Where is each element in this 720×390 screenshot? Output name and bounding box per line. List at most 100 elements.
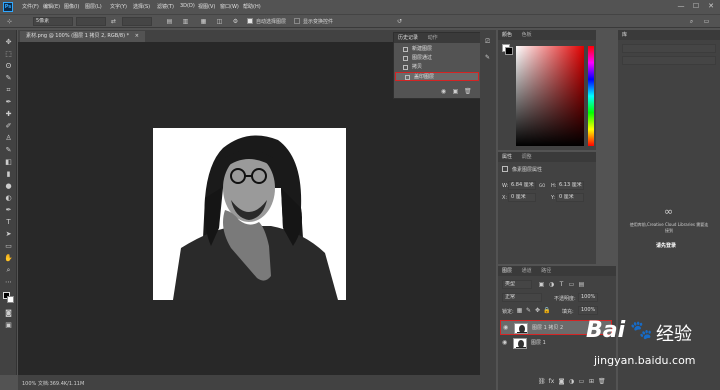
- properties-panel-icon[interactable]: ✎: [484, 54, 491, 61]
- distribute-icon[interactable]: ▥: [182, 18, 189, 25]
- layer-kind-filter[interactable]: 类型: [502, 280, 532, 289]
- transform-checkbox[interactable]: [294, 18, 300, 24]
- move-tool-icon[interactable]: ✥: [4, 38, 13, 47]
- camera-icon[interactable]: ▣: [452, 88, 459, 95]
- height-input[interactable]: 6.13 厘米: [556, 181, 584, 190]
- lock-transparent-icon[interactable]: ▦: [516, 307, 523, 314]
- marquee-tool-icon[interactable]: ⬚: [4, 50, 13, 59]
- library-select[interactable]: [622, 44, 716, 53]
- dodge-tool-icon[interactable]: ◐: [4, 194, 13, 203]
- close-tab-icon[interactable]: ×: [135, 33, 139, 39]
- quick-select-tool-icon[interactable]: ✎: [4, 74, 13, 83]
- document-tab[interactable]: 素材.png @ 100% (图层 1 拷贝 2, RGB/8) * ×: [20, 31, 145, 42]
- refine-icon[interactable]: ◫: [216, 18, 223, 25]
- history-item[interactable]: 拷贝: [394, 63, 481, 72]
- adjustment-layer-icon[interactable]: ◑: [568, 378, 575, 385]
- quick-mask-icon[interactable]: ◙: [4, 309, 13, 318]
- tab-properties[interactable]: 属性: [502, 154, 512, 160]
- tool-preset-icon[interactable]: ⊹: [6, 18, 13, 25]
- hand-tool-icon[interactable]: ✋: [4, 254, 13, 263]
- canvas-photo[interactable]: [153, 128, 346, 300]
- path-select-tool-icon[interactable]: ➤: [4, 230, 13, 239]
- menu-file[interactable]: 文件(F): [22, 3, 39, 10]
- y-input[interactable]: 0 厘米: [556, 193, 584, 202]
- auto-select-checkbox[interactable]: [247, 18, 253, 24]
- visibility-eye-icon[interactable]: ◉: [503, 324, 511, 332]
- brush-tool-icon[interactable]: ✐: [4, 122, 13, 131]
- shape-tool-icon[interactable]: ▭: [4, 242, 13, 251]
- x-input[interactable]: 0 厘米: [508, 193, 536, 202]
- zoom-tool-icon[interactable]: ⌕: [4, 266, 13, 275]
- screen-mode-icon[interactable]: ▣: [4, 321, 13, 330]
- background-color-swatch[interactable]: [7, 296, 14, 303]
- lock-position-icon[interactable]: ✥: [534, 307, 541, 314]
- menu-window[interactable]: 窗口(W): [220, 3, 239, 10]
- history-item-selected[interactable]: 盖印图层: [395, 72, 479, 81]
- add-mask-icon[interactable]: ◙: [558, 378, 565, 385]
- more-tools-icon[interactable]: ⋯: [4, 278, 13, 287]
- maximize-button[interactable]: ☐: [691, 2, 701, 11]
- pen-tool-icon[interactable]: ✒: [4, 206, 13, 215]
- library-search[interactable]: [622, 56, 716, 65]
- stamp-tool-icon[interactable]: ♙: [4, 134, 13, 143]
- workspace-icon[interactable]: ▭: [703, 18, 710, 25]
- reset-icon[interactable]: ↺: [396, 18, 403, 25]
- filter-smart-icon[interactable]: ▤: [578, 281, 585, 288]
- hue-slider[interactable]: [588, 46, 594, 146]
- fill-input[interactable]: 100%: [578, 306, 598, 315]
- swap-icon[interactable]: ⇄: [110, 18, 117, 25]
- tab-channels[interactable]: 通道: [522, 268, 532, 274]
- opacity-input[interactable]: 100%: [578, 293, 598, 302]
- menu-filter[interactable]: 滤镜(T): [157, 3, 174, 10]
- menu-layer[interactable]: 图层(L): [85, 3, 102, 10]
- color-field[interactable]: [516, 46, 584, 146]
- search-icon[interactable]: ⌕: [688, 18, 695, 25]
- history-panel-icon[interactable]: ⎚: [484, 38, 491, 45]
- tab-paths[interactable]: 路径: [541, 268, 551, 274]
- tab-layers[interactable]: 图层: [502, 268, 512, 274]
- tab-actions[interactable]: 动作: [428, 35, 438, 41]
- background-swatch[interactable]: [505, 47, 513, 55]
- menu-type[interactable]: 文字(Y): [110, 3, 127, 10]
- lasso-tool-icon[interactable]: ʘ: [4, 62, 13, 71]
- filter-type-icon[interactable]: T: [558, 281, 565, 288]
- crop-tool-icon[interactable]: ⌗: [4, 86, 13, 95]
- filter-pixel-icon[interactable]: ▣: [538, 281, 545, 288]
- gradient-tool-icon[interactable]: ▮: [4, 170, 13, 179]
- blur-tool-icon[interactable]: ●: [4, 182, 13, 191]
- close-button[interactable]: ✕: [706, 2, 716, 11]
- style-select[interactable]: [76, 17, 106, 26]
- width-field[interactable]: [122, 17, 152, 26]
- menu-view[interactable]: 视图(V): [198, 3, 215, 10]
- eyedropper-tool-icon[interactable]: ✒: [4, 98, 13, 107]
- tab-adjustments[interactable]: 调整: [522, 154, 532, 160]
- tab-swatches[interactable]: 色板: [522, 32, 532, 38]
- blend-mode-select[interactable]: 正常: [502, 293, 542, 302]
- new-layer-icon[interactable]: ⊞: [588, 378, 595, 385]
- delete-layer-icon[interactable]: 🗑: [598, 378, 606, 385]
- menu-edit[interactable]: 编辑(E): [43, 3, 60, 10]
- lock-all-icon[interactable]: 🔒: [543, 307, 550, 314]
- new-group-icon[interactable]: ▭: [578, 378, 585, 385]
- grid-icon[interactable]: ▦: [200, 18, 207, 25]
- healing-tool-icon[interactable]: ✚: [4, 110, 13, 119]
- menu-help[interactable]: 帮助(H): [243, 3, 261, 10]
- layer-style-icon[interactable]: fx: [548, 378, 555, 385]
- history-item[interactable]: 图层通过: [394, 54, 481, 63]
- history-item[interactable]: 新建图层: [394, 45, 481, 54]
- visibility-eye-icon[interactable]: ◉: [502, 339, 510, 347]
- snapshot-icon[interactable]: ◉: [440, 88, 447, 95]
- align-icon[interactable]: ▤: [166, 18, 173, 25]
- menu-select[interactable]: 选择(S): [133, 3, 150, 10]
- eraser-tool-icon[interactable]: ◧: [4, 158, 13, 167]
- filter-adjust-icon[interactable]: ◑: [548, 281, 555, 288]
- settings-icon[interactable]: ⚙: [232, 18, 239, 25]
- filter-shape-icon[interactable]: ▭: [568, 281, 575, 288]
- tab-color[interactable]: 颜色: [502, 32, 512, 38]
- menu-image[interactable]: 图像(I): [64, 3, 79, 10]
- link-layers-icon[interactable]: ⛓: [538, 378, 546, 385]
- minimize-button[interactable]: —: [676, 2, 686, 11]
- type-tool-icon[interactable]: T: [4, 218, 13, 227]
- width-input[interactable]: 6.84 厘米: [508, 181, 536, 190]
- history-brush-tool-icon[interactable]: ✎: [4, 146, 13, 155]
